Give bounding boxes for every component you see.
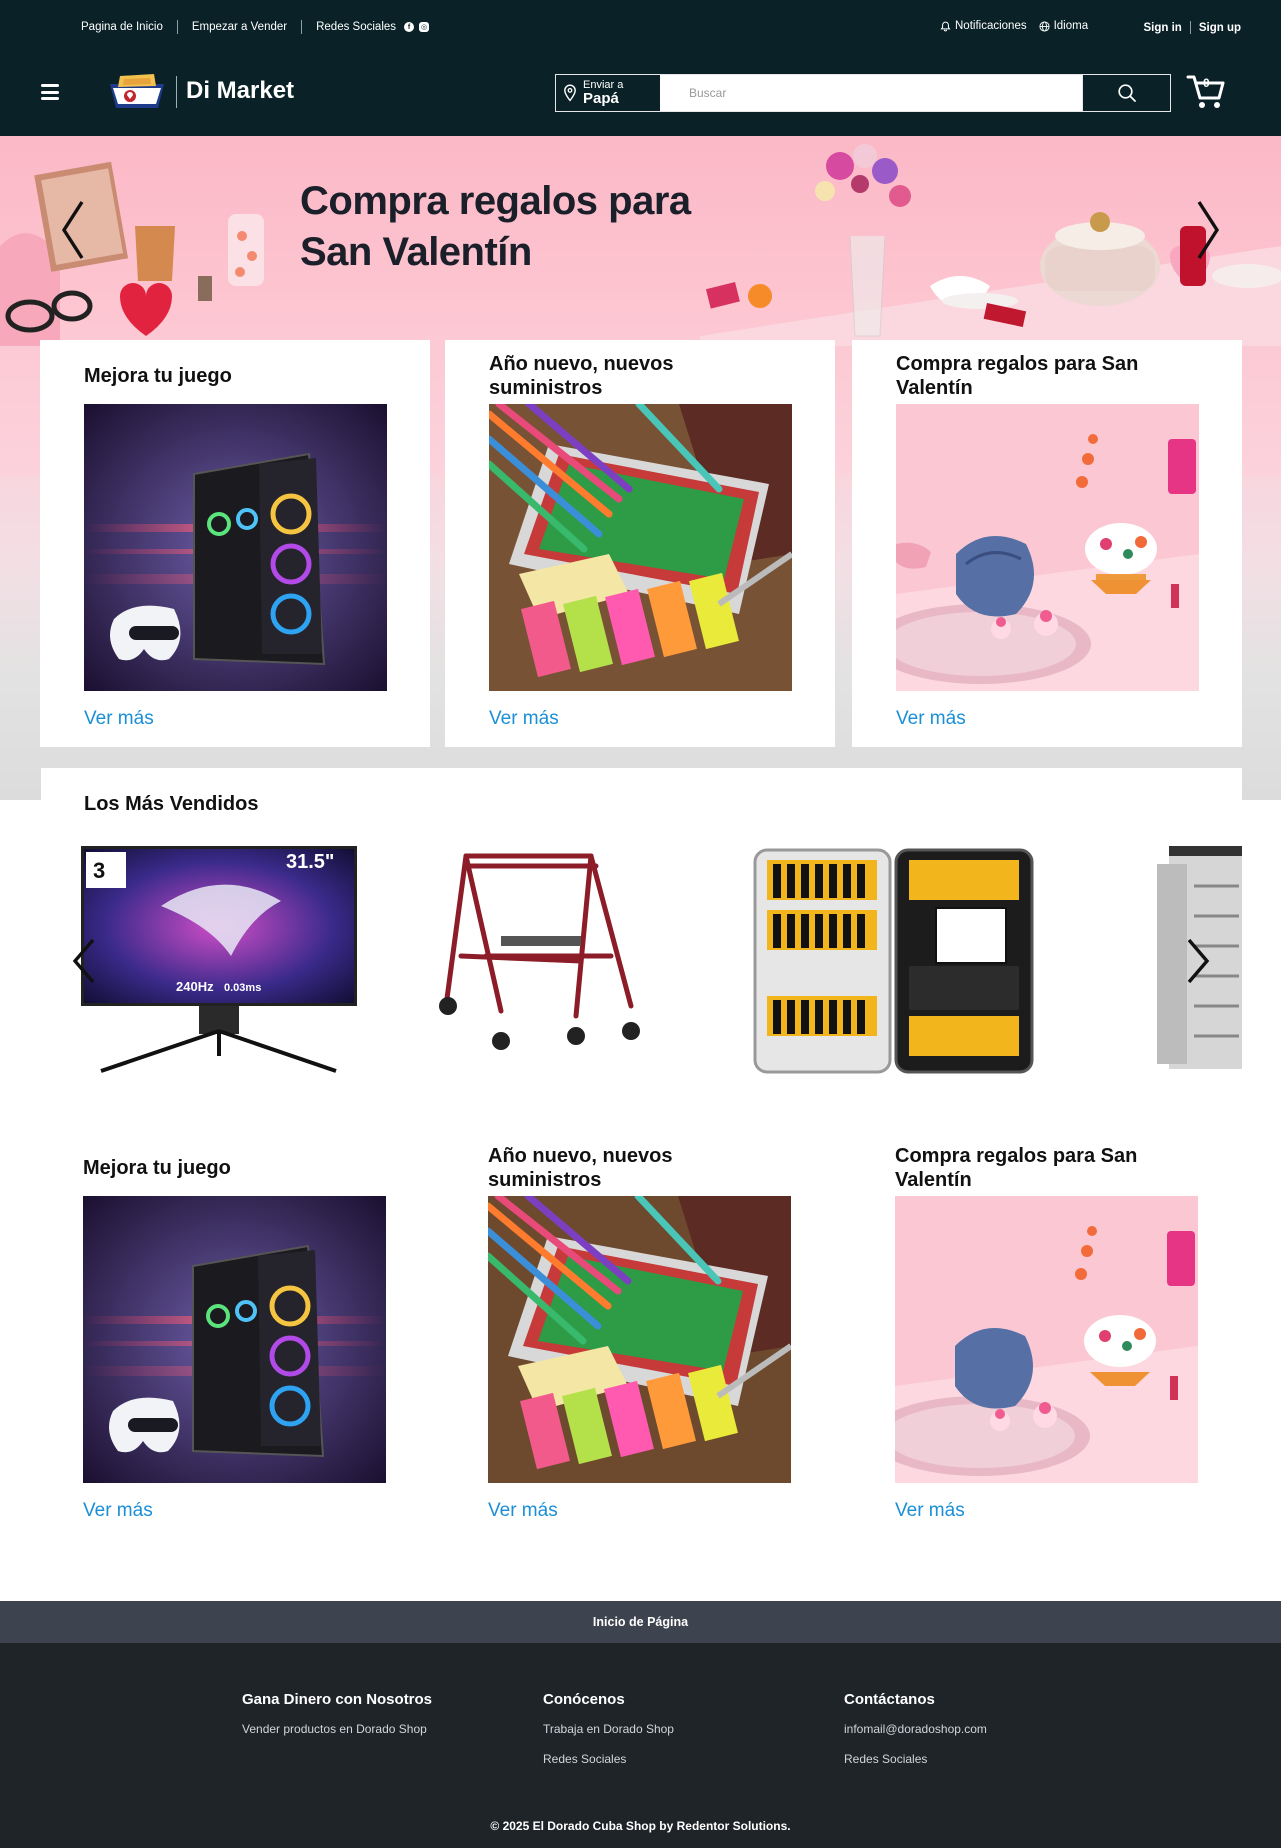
language-label: Idioma bbox=[1053, 20, 1089, 32]
footer: Gana Dinero con Nosotros Vender producto… bbox=[0, 1643, 1281, 1848]
card-title: Compra regalos para San Valentín bbox=[895, 1145, 1138, 1191]
sign-up-link[interactable]: Sign up bbox=[1199, 22, 1241, 34]
sign-in-link[interactable]: Sign in bbox=[1143, 22, 1181, 34]
divider bbox=[301, 20, 303, 34]
social-media-link[interactable]: Redes Sociales bbox=[844, 1752, 987, 1766]
see-more-link[interactable]: Ver más bbox=[488, 1500, 558, 1522]
see-more-link[interactable]: Ver más bbox=[84, 708, 154, 730]
bestsellers-next-arrow-icon[interactable] bbox=[1185, 938, 1211, 984]
start-selling-link[interactable]: Empezar a Vender bbox=[192, 21, 287, 33]
office-supplies-image[interactable] bbox=[489, 404, 792, 691]
globe-icon bbox=[1039, 20, 1050, 32]
notifications-button[interactable]: Notificaciones bbox=[940, 20, 1027, 32]
footer-column-contact: Contáctanos infomail@doradoshop.com Rede… bbox=[844, 1691, 987, 1782]
main-header: Di Market Enviar a Papá 0 bbox=[0, 50, 1281, 136]
office-supplies-image[interactable] bbox=[488, 1196, 791, 1483]
divider bbox=[1189, 21, 1191, 34]
valentine-gifts-image[interactable] bbox=[896, 404, 1199, 691]
card-title: Año nuevo, nuevos suministros bbox=[489, 353, 674, 399]
logo-divider bbox=[176, 76, 177, 108]
hero-title-line-2: San Valentín bbox=[300, 230, 532, 274]
search-icon bbox=[1117, 84, 1136, 102]
work-with-us-link[interactable]: Trabaja en Dorado Shop bbox=[543, 1722, 674, 1736]
top-links: Pagina de Inicio Empezar a Vender Redes … bbox=[81, 20, 430, 34]
social-link[interactable]: Redes Sociales bbox=[316, 21, 396, 33]
see-more-link[interactable]: Ver más bbox=[896, 708, 966, 730]
social-icons: f ◎ bbox=[404, 22, 430, 32]
bestsellers-prev-arrow-icon[interactable] bbox=[71, 938, 97, 984]
language-button[interactable]: Idioma bbox=[1039, 20, 1089, 32]
ship-to-button[interactable]: Enviar a Papá bbox=[556, 75, 660, 111]
home-link[interactable]: Pagina de Inicio bbox=[81, 21, 163, 33]
bell-icon bbox=[940, 21, 951, 31]
category-card: Mejora tu juego Ver más bbox=[40, 340, 430, 747]
hero-next-arrow-icon[interactable] bbox=[1193, 198, 1223, 262]
logo-icon[interactable] bbox=[104, 70, 170, 114]
social-media-link[interactable]: Redes Sociales bbox=[543, 1752, 674, 1766]
category-card: Compra regalos para San Valentín Ver más bbox=[851, 1132, 1241, 1532]
refresh-rate: 240Hz bbox=[176, 979, 214, 994]
category-card: Año nuevo, nuevos suministros Ver más bbox=[444, 1132, 834, 1532]
card-title: Mejora tu juego bbox=[83, 1157, 231, 1179]
bestsellers-section: Los Más Vendidos 3 31.5" 240Hz 0.03ms bbox=[41, 768, 1242, 1098]
see-more-link[interactable]: Ver más bbox=[895, 1500, 965, 1522]
divider bbox=[176, 20, 178, 34]
ship-to-name: Papá bbox=[583, 89, 619, 107]
top-strip: Pagina de Inicio Empezar a Vender Redes … bbox=[0, 0, 1281, 50]
card-title: Año nuevo, nuevos suministros bbox=[488, 1145, 673, 1191]
facebook-icon[interactable]: f bbox=[404, 22, 415, 32]
see-more-link[interactable]: Ver más bbox=[83, 1500, 153, 1522]
category-card: Año nuevo, nuevos suministros Ver más bbox=[445, 340, 835, 747]
notifications-label: Notificaciones bbox=[955, 20, 1027, 32]
drill-bit-set-image[interactable] bbox=[751, 846, 1036, 1076]
monitor-size: 31.5" bbox=[286, 851, 334, 873]
ship-to-label: Enviar a bbox=[583, 78, 624, 91]
footer-heading: Gana Dinero con Nosotros bbox=[242, 1691, 433, 1708]
hero-prev-arrow-icon[interactable] bbox=[58, 198, 88, 262]
valentine-gifts-image[interactable] bbox=[895, 1196, 1198, 1483]
auth-links: Sign in Sign up bbox=[1143, 21, 1241, 34]
email-link[interactable]: infomail@doradoshop.com bbox=[844, 1722, 987, 1736]
back-to-top-button[interactable]: Inicio de Página bbox=[0, 1601, 1281, 1643]
section-title: Los Más Vendidos bbox=[84, 793, 259, 815]
search-bar: Enviar a Papá bbox=[555, 74, 1171, 112]
gaming-pc-image[interactable] bbox=[83, 1196, 386, 1483]
hero-title: Compra regalos para San Valentín bbox=[300, 176, 691, 278]
card-title: Compra regalos para San Valentín bbox=[896, 353, 1139, 399]
cart-count: 0 bbox=[1203, 76, 1210, 90]
footer-column-earn: Gana Dinero con Nosotros Vender producto… bbox=[242, 1691, 432, 1752]
hero-title-line-1: Compra regalos para bbox=[300, 179, 691, 223]
see-more-link[interactable]: Ver más bbox=[489, 708, 559, 730]
menu-icon[interactable] bbox=[41, 84, 59, 100]
search-button[interactable] bbox=[1082, 75, 1170, 111]
footer-column-about: Conócenos Trabaja en Dorado Shop Redes S… bbox=[543, 1691, 674, 1782]
category-card: Mejora tu juego Ver más bbox=[39, 1132, 429, 1532]
location-pin-icon bbox=[564, 84, 576, 102]
walker-image[interactable] bbox=[426, 846, 676, 1076]
card-title: Mejora tu juego bbox=[84, 365, 232, 387]
brand-name[interactable]: Di Market bbox=[186, 77, 294, 105]
monitor-image[interactable]: 3 31.5" 240Hz 0.03ms bbox=[81, 846, 359, 1076]
top-right-tools: Notificaciones Idioma bbox=[940, 20, 1088, 32]
warranty-number: 3 bbox=[93, 858, 105, 883]
search-input[interactable] bbox=[660, 75, 1082, 111]
footer-heading: Conócenos bbox=[543, 1691, 625, 1708]
valentine-decor-left bbox=[0, 161, 264, 346]
category-card: Compra regalos para San Valentín Ver más bbox=[852, 340, 1242, 747]
instagram-icon[interactable]: ◎ bbox=[419, 22, 430, 32]
footer-heading: Contáctanos bbox=[844, 1691, 935, 1708]
gaming-pc-image[interactable] bbox=[84, 404, 387, 691]
copyright-text: © 2025 El Dorado Cuba Shop by Redentor S… bbox=[490, 1819, 791, 1833]
response-time: 0.03ms bbox=[224, 982, 261, 994]
sell-products-link[interactable]: Vender productos en Dorado Shop bbox=[242, 1722, 432, 1736]
